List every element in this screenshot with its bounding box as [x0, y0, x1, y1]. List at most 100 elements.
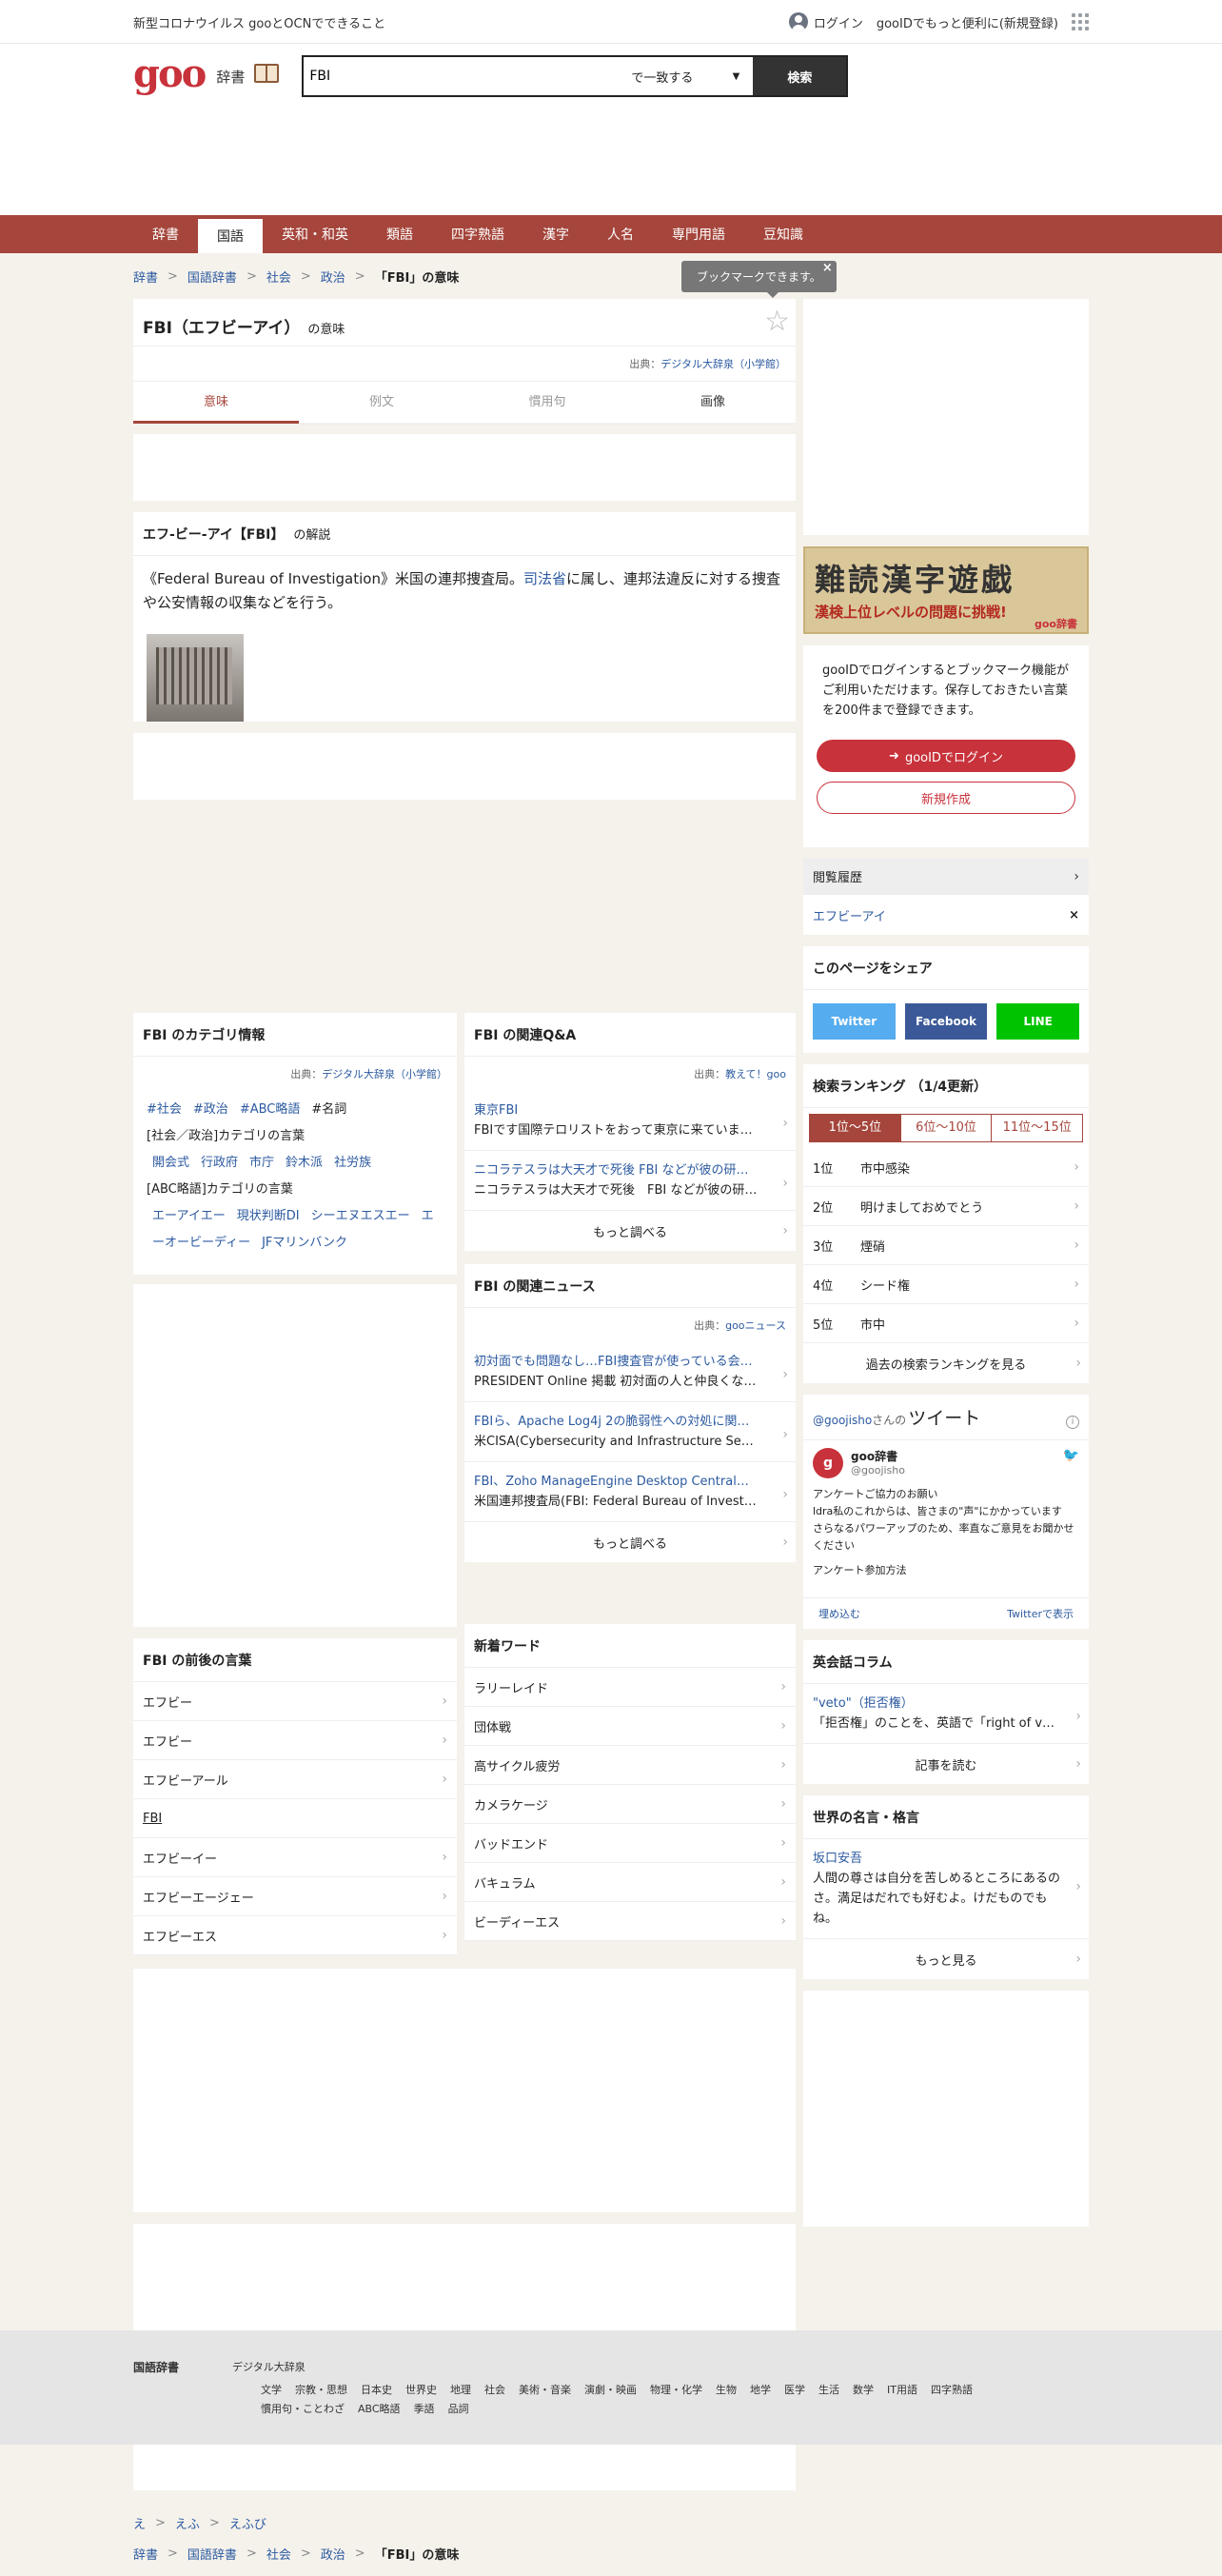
ranking-item[interactable]: 3位 煙硝 ›: [803, 1226, 1089, 1265]
news-item[interactable]: 初対面でも問題なし…FBI捜査官が使っている会話術 PRESIDENT Onlin…: [464, 1342, 796, 1402]
footer-link[interactable]: 数学: [853, 2382, 874, 2397]
tag-abc[interactable]: #ABC略語: [240, 1102, 301, 1117]
search-input[interactable]: [304, 57, 621, 95]
footer-link[interactable]: 社会: [484, 2382, 505, 2397]
footer-link[interactable]: 物理・化学: [650, 2382, 702, 2397]
around-word-item[interactable]: エフビーエス ›: [133, 1916, 457, 1955]
ranking-item[interactable]: 2位 明けましておめでとう ›: [803, 1187, 1089, 1226]
crumb-kokugo[interactable]: 国語辞書: [187, 268, 237, 286]
category-source-link[interactable]: デジタル大辞泉（小学館）: [322, 1068, 447, 1080]
new-word-item[interactable]: 団体戦 ›: [464, 1707, 796, 1746]
new-word-item[interactable]: ラリーレイド ›: [464, 1668, 796, 1707]
close-icon[interactable]: ×: [822, 261, 833, 275]
footer-link[interactable]: 世界史: [405, 2382, 437, 2397]
news-item[interactable]: FBI、Zoho ManageEngine Desktop Centralの脆弱…: [464, 1462, 796, 1522]
ranking-item[interactable]: 4位 シード権 ›: [803, 1265, 1089, 1304]
history-header[interactable]: 閲覧履歴 ›: [803, 859, 1089, 895]
footer-link[interactable]: 慣用句・ことわざ: [261, 2401, 345, 2416]
bookmark-star-icon[interactable]: ☆: [764, 305, 790, 338]
news-item[interactable]: FBIら、Apache Log4j 2の脆弱性への対処に関する共同勧告米CISA…: [464, 1402, 796, 1462]
footer-link[interactable]: ABC略語: [358, 2401, 401, 2416]
new-word-item[interactable]: カメラケージ ›: [464, 1785, 796, 1824]
footer-link[interactable]: 季語: [414, 2401, 435, 2416]
crumb-shakai[interactable]: 社会: [266, 268, 291, 286]
fbi-building-image[interactable]: [147, 634, 244, 722]
footer-link[interactable]: 生活: [818, 2382, 839, 2397]
category-word-link[interactable]: 社労族: [334, 1156, 371, 1170]
past-ranking-button[interactable]: 過去の検索ランキングを見る ›: [803, 1343, 1089, 1383]
footer-link[interactable]: 四字熟語: [931, 2382, 973, 2397]
new-word-item[interactable]: バッドエンド ›: [464, 1824, 796, 1863]
new-word-item[interactable]: ビーディーエス ›: [464, 1902, 796, 1941]
tag-shakai[interactable]: #社会: [147, 1102, 182, 1117]
new-word-item[interactable]: 高サイクル疲労 ›: [464, 1746, 796, 1785]
ranking-tab-1-5[interactable]: 1位～5位: [810, 1115, 901, 1141]
around-word-item[interactable]: FBI: [133, 1799, 457, 1838]
nav-item[interactable]: 類語: [367, 215, 432, 253]
footer-link[interactable]: 文学: [261, 2382, 282, 2397]
nav-item[interactable]: 人名: [588, 215, 653, 253]
covid-notice-link[interactable]: 新型コロナウイルス gooとOCNでできること: [133, 13, 385, 31]
category-word-link[interactable]: JFマリンバンク: [262, 1236, 347, 1250]
ranking-item[interactable]: 5位 市中 ›: [803, 1304, 1089, 1343]
quote-more-button[interactable]: もっと見る ›: [803, 1939, 1089, 1979]
footer-link[interactable]: 宗教・思想: [295, 2382, 347, 2397]
column-item[interactable]: "veto"（拒否権）「拒否権」のことを、英語で「right of veto」と…: [803, 1684, 1089, 1744]
info-icon[interactable]: i: [1066, 1416, 1079, 1429]
source-link[interactable]: デジタル大辞泉（小学館）: [660, 358, 786, 370]
nav-item[interactable]: 辞書: [133, 215, 198, 253]
close-icon[interactable]: ×: [1069, 908, 1079, 922]
goo-id-login-button[interactable]: ➜ gooIDでログイン: [817, 740, 1075, 772]
search-button[interactable]: 検索: [753, 57, 847, 95]
around-word-item[interactable]: エフビーアール ›: [133, 1760, 457, 1799]
around-word-item[interactable]: エフビーエージェー ›: [133, 1877, 457, 1916]
footer-link[interactable]: 日本史: [361, 2382, 392, 2397]
ranking-item[interactable]: 1位 市中感染 ›: [803, 1148, 1089, 1187]
category-word-link[interactable]: 鈴木派: [286, 1156, 323, 1170]
tab-meaning[interactable]: 意味: [133, 382, 299, 424]
kanji-game-banner[interactable]: 難読漢字遊戯 漢検上位レベルの問題に挑戦! goo辞書: [803, 546, 1089, 634]
footer-link[interactable]: 地理: [450, 2382, 471, 2397]
footer-link[interactable]: 地学: [750, 2382, 771, 2397]
new-word-item[interactable]: バキュラム ›: [464, 1863, 796, 1902]
crumb-kokugo[interactable]: 国語辞書: [187, 2545, 237, 2563]
login-link[interactable]: ログイン: [788, 12, 863, 31]
ranking-tab-6-10[interactable]: 6位～10位: [901, 1115, 993, 1141]
apps-grid-icon[interactable]: [1072, 13, 1089, 30]
nav-item[interactable]: 英和・和英: [263, 215, 367, 253]
crumb-seiji[interactable]: 政治: [321, 268, 345, 286]
qa-more-button[interactable]: もっと調べる ›: [464, 1211, 796, 1251]
category-word-link[interactable]: 現状判断DI: [237, 1209, 300, 1223]
register-button[interactable]: 新規作成: [817, 782, 1075, 814]
around-word-item[interactable]: エフビー ›: [133, 1682, 457, 1721]
crumb-seiji[interactable]: 政治: [321, 2545, 345, 2563]
tab-examples[interactable]: 例文: [299, 382, 464, 424]
facebook-share-button[interactable]: Facebook: [904, 1003, 988, 1040]
line-share-button[interactable]: LINE: [996, 1003, 1080, 1040]
category-word-link[interactable]: エーアイエー: [152, 1209, 226, 1223]
qa-item[interactable]: 東京FBI FBIです国際テロリストをおって東京に来ていますが、日本の警察の協力が…: [464, 1091, 796, 1151]
footer-link[interactable]: 医学: [784, 2382, 805, 2397]
kana-crumb[interactable]: えふ: [175, 2514, 200, 2532]
column-more-button[interactable]: 記事を読む ›: [803, 1744, 1089, 1784]
around-word-item[interactable]: エフビー ›: [133, 1721, 457, 1760]
tag-seiji[interactable]: #政治: [193, 1102, 228, 1117]
history-item[interactable]: エフビーアイ ×: [803, 895, 1089, 935]
crumb-shakai[interactable]: 社会: [266, 2545, 291, 2563]
category-word-link[interactable]: 市庁: [249, 1156, 274, 1170]
qa-item[interactable]: ニコラテスラは大天才で死後 FBI などが彼の研究成果を持ち去ったニコラテスラは…: [464, 1151, 796, 1211]
nav-item[interactable]: 豆知識: [744, 215, 822, 253]
avatar[interactable]: g: [813, 1448, 843, 1478]
qa-source-link[interactable]: 教えて！goo: [725, 1068, 786, 1080]
footer-link[interactable]: 演劇・映画: [584, 2382, 637, 2397]
footer-link[interactable]: 美術・音楽: [519, 2382, 571, 2397]
tweet-handle-link[interactable]: @goojisho: [813, 1414, 872, 1427]
footer-link[interactable]: 生物: [716, 2382, 737, 2397]
tab-idioms[interactable]: 慣用句: [464, 382, 630, 424]
embed-link[interactable]: 埋め込む: [818, 1606, 860, 1621]
quote-item[interactable]: 坂口安吾 人間の尊さは自分を苦しめるところにあるのさ。満足はだれでも好むよ。けだも…: [803, 1839, 1089, 1939]
footer-link[interactable]: IT用語: [887, 2382, 917, 2397]
news-source-link[interactable]: gooニュース: [725, 1319, 786, 1332]
category-word-link[interactable]: 行政府: [201, 1156, 238, 1170]
kana-crumb[interactable]: え: [133, 2514, 146, 2532]
